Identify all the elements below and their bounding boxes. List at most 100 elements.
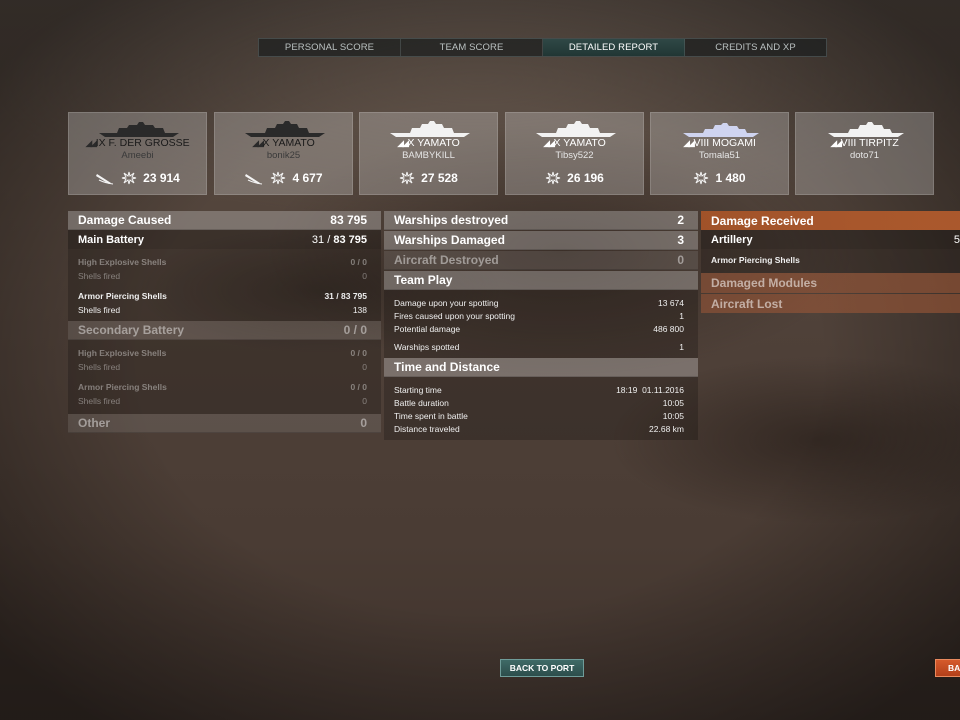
he-fired-row: Shells fired 0 [68,269,381,283]
warships-spotted-value: 1 [679,342,684,352]
damage-received-panel: Damage Received Artillery 5 Armor Pierci… [701,211,960,313]
warships-damaged-value: 3 [677,233,684,247]
class-icon: ◢◢ [830,138,842,148]
damage-received-header: Damage Received [701,211,960,230]
fires-label: Fires caused upon your spotting [394,310,515,321]
team-play-header: Team Play [384,271,698,290]
battle-duration-label: Battle duration [394,397,449,408]
ship-card[interactable]: ◢◢ VIII TIRPITZ doto71 [795,112,934,195]
ship-cards: ◢◢ IX F. DER GROßE Ameebi 23 914 ◢◢ X YA… [68,112,936,195]
warships-damaged-label: Warships Damaged [394,233,505,247]
ap-shells-label: Armor Piercing Shells [78,291,167,301]
secondary-battery-value: 0 / 0 [343,323,367,337]
damage-caused-total: 83 795 [330,213,367,227]
ap-fired-value: 138 [352,305,367,315]
back-to-port-button[interactable]: BACK TO PORT [500,659,584,677]
damage-burst-icon [546,171,561,185]
damage-burst-icon [271,171,286,185]
time-distance-header: Time and Distance [384,358,698,377]
distance-traveled-value: 22.68 km [649,424,684,434]
player-name: Ameebi [121,150,154,161]
sec-ap-shells-value: 0 / 0 [350,382,367,392]
secondary-battery-row: Secondary Battery 0 / 0 [68,321,381,340]
damage-caused-label: Damage Caused [78,213,172,227]
other-row: Other 0 [68,414,381,433]
ship-stats: 27 528 [360,171,497,185]
spotting-damage-value: 13 674 [658,297,684,308]
damage-burst-icon [122,171,137,185]
sec-ap-fired-value: 0 [362,396,367,406]
time-distance-label: Time and Distance [394,360,500,374]
warships-destroyed-row: Warships destroyed 2 [384,211,698,230]
tab-team-score[interactable]: TEAM SCORE [401,39,543,56]
secondary-battery-label: Secondary Battery [78,323,185,337]
ship-card[interactable]: ◢◢ VIII MOGAMI Tomala51 1 480 [650,112,789,195]
distance-traveled-row: Distance traveled 22.68 km [384,422,698,436]
ap-fired-label: Shells fired [78,305,121,315]
ship-name: ◢◢ VIII MOGAMI [683,137,756,149]
fires-row: Fires caused upon your spotting 1 [384,309,698,322]
potential-damage-value: 486 800 [653,324,684,334]
ship-card[interactable]: ◢◢ X YAMATO BAMBYKILL 27 528 [359,112,498,195]
time-in-battle-row: Time spent in battle 10:05 [384,409,698,422]
spotting-damage-row: Damage upon your spotting 13 674 [384,296,698,309]
damage-value: 1 480 [715,171,746,185]
sec-he-shells-label: High Explosive Shells [78,348,167,358]
ship-card[interactable]: ◢◢ X YAMATO Tibsy522 26 196 [505,112,644,195]
ship-stats: 1 480 [651,171,788,185]
he-fired-value: 0 [362,271,367,281]
damage-caused-header: Damage Caused 83 795 [68,211,381,230]
ship-name: ◢◢ X YAMATO [397,137,460,149]
main-battery-label: Main Battery [78,233,145,246]
potential-damage-row: Potential damage 486 800 [384,322,698,336]
class-icon: ◢◢ [543,138,555,148]
sec-he-fired-row: Shells fired 0 [68,360,381,374]
fires-value: 1 [679,310,684,321]
main-battery-value: 31 / 83 795 [311,233,367,246]
sec-he-shells-value: 0 / 0 [350,348,367,358]
tab-personal-score[interactable]: PERSONAL SCORE [259,39,401,56]
aircraft-lost-row: Aircraft Lost [701,294,960,313]
battle-duration-row: Battle duration 10:05 [384,396,698,409]
damage-caused-panel: Damage Caused 83 795 Main Battery 31 / 8… [68,211,381,433]
time-in-battle-value: 10:05 [662,410,684,421]
damage-burst-icon [694,171,709,185]
player-name: Tibsy522 [555,150,594,161]
tab-detailed-report[interactable]: DETAILED REPORT [543,39,685,56]
ship-name: ◢◢ X YAMATO [252,137,315,149]
potential-damage-label: Potential damage [394,324,461,334]
ship-stats: 26 196 [506,171,643,185]
spacer [384,436,698,440]
ap-shells-value: 31 / 83 795 [324,291,367,301]
class-icon: ◢◢ [252,138,264,148]
damage-value: 4 677 [292,171,323,185]
time-in-battle-label: Time spent in battle [394,410,468,421]
received-ap-label: Armor Piercing Shells [711,255,800,265]
team-play-label: Team Play [394,273,453,287]
damage-value: 23 914 [143,171,180,185]
other-value: 0 [360,416,367,430]
tab-credits-and-xp[interactable]: CREDITS AND XP [685,39,826,56]
back-button[interactable]: BA [935,659,960,677]
damage-value: 27 528 [421,171,458,185]
damaged-modules-row: Damaged Modules [701,273,960,293]
ship-card[interactable]: ◢◢ X YAMATO bonik25 4 677 [214,112,353,195]
warships-destroyed-value: 2 [677,213,684,227]
tab-bar: PERSONAL SCORE TEAM SCORE DETAILED REPOR… [258,38,827,57]
starting-time-row: Starting time 18:19 01.11.2016 [384,383,698,396]
player-name: doto71 [849,150,880,161]
aircraft-lost-label: Aircraft Lost [711,296,783,311]
sec-he-fired-label: Shells fired [78,362,121,372]
warships-damaged-row: Warships Damaged 3 [384,231,698,250]
ship-stats: 23 914 [69,171,206,185]
distance-traveled-label: Distance traveled [394,424,460,434]
battle-duration-value: 10:05 [662,397,684,408]
ap-fired-row: Shells fired 138 [68,303,381,317]
ship-card[interactable]: ◢◢ IX F. DER GROßE Ameebi 23 914 [68,112,207,195]
other-label: Other [78,416,111,430]
artillery-row: Artillery 5 [701,230,960,249]
sec-ap-fired-label: Shells fired [78,396,121,406]
class-icon: ◢◢ [85,138,97,148]
damage-burst-icon [400,171,415,185]
damaged-modules-label: Damaged Modules [711,276,818,290]
